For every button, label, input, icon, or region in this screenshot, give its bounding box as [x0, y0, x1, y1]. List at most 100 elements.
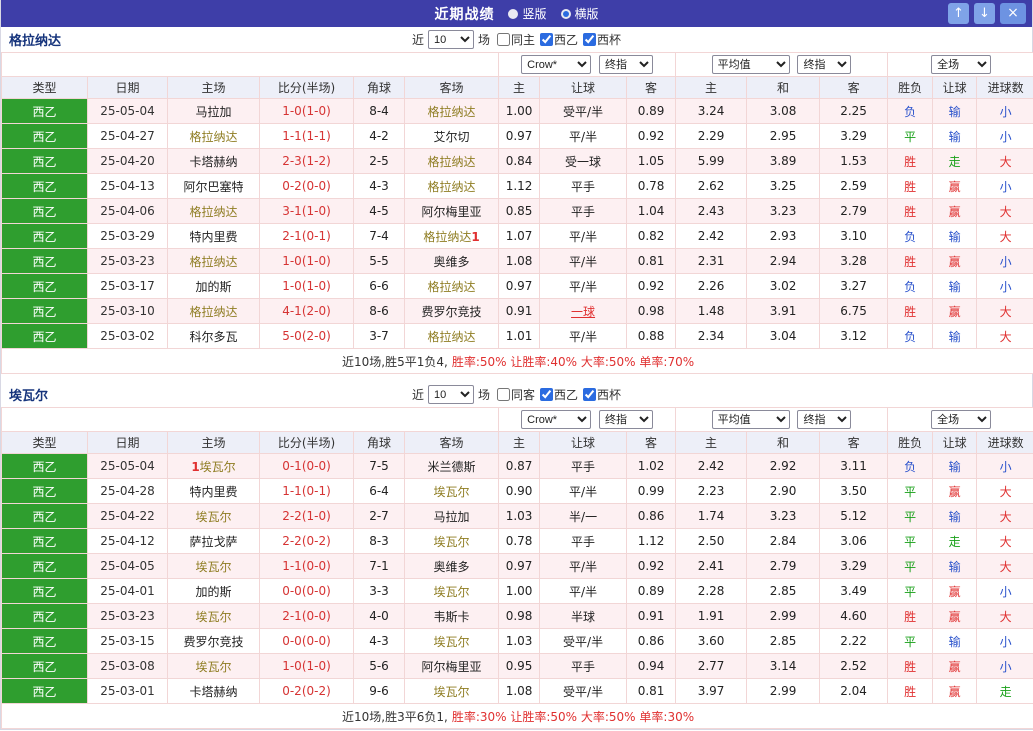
euro-time-select[interactable]: 终指: [797, 55, 852, 74]
euro-time-select[interactable]: 终指: [797, 410, 852, 429]
asian-handicap-line: 平/半: [539, 123, 628, 149]
away-team[interactable]: 奥维多: [403, 248, 500, 274]
goals-result: 小: [976, 123, 1033, 149]
goals-result: 大: [976, 603, 1033, 629]
away-team[interactable]: 格拉纳达: [403, 98, 500, 124]
filter-checkbox-option[interactable]: 西杯: [580, 31, 621, 48]
away-team[interactable]: 格拉纳达: [403, 273, 500, 299]
layout-radio-horizontal[interactable]: 横版: [560, 5, 599, 22]
league-type: 西乙: [1, 148, 88, 174]
home-team[interactable]: 加的斯: [167, 273, 260, 299]
euro-away-odds: 2.52: [819, 653, 889, 679]
away-team[interactable]: 阿尔梅里亚: [403, 198, 500, 224]
away-team[interactable]: 奥维多: [403, 553, 500, 579]
home-team[interactable]: 格拉纳达: [167, 298, 260, 324]
euro-draw-odds: 2.99: [746, 603, 821, 629]
away-team-name: 艾尔切: [433, 129, 470, 144]
away-team[interactable]: 阿尔梅里亚: [403, 653, 500, 679]
away-team[interactable]: 费罗尔竞技: [403, 298, 500, 324]
home-team[interactable]: 卡塔赫纳: [167, 148, 260, 174]
match-date: 25-03-10: [87, 298, 168, 324]
league-type: 西乙: [1, 678, 88, 704]
home-team[interactable]: 埃瓦尔: [167, 503, 260, 529]
layout-radio-vertical[interactable]: 竖版: [508, 5, 547, 22]
handicap-result: 赢: [932, 173, 978, 199]
checkbox-input[interactable]: [496, 33, 510, 46]
corner-count: 6-4: [353, 478, 405, 504]
team-name: 格拉纳达: [9, 34, 62, 49]
filter-checkbox-option[interactable]: 西乙: [537, 31, 578, 48]
match-result: 胜: [887, 148, 934, 174]
move-up-icon[interactable]: ↑: [948, 3, 969, 24]
away-team[interactable]: 埃瓦尔: [403, 578, 500, 604]
away-team-name: 格拉纳达: [423, 229, 472, 244]
away-team[interactable]: 格拉纳达: [403, 173, 500, 199]
home-team[interactable]: 萨拉戈萨: [167, 528, 260, 554]
euro-home-odds: 2.23: [675, 478, 748, 504]
move-down-icon[interactable]: ↓: [974, 3, 995, 24]
euro-away-odds: 3.28: [819, 248, 889, 274]
match-count-select[interactable]: 10: [427, 30, 474, 49]
home-team[interactable]: 费罗尔竞技: [167, 628, 260, 654]
euro-source-select[interactable]: 平均值: [711, 410, 790, 429]
away-team[interactable]: 格拉纳达: [403, 323, 500, 349]
checkbox-input[interactable]: [496, 388, 510, 401]
filter-bar: 近 10 场 同客 西乙 西杯: [412, 385, 621, 404]
checkbox-input[interactable]: [540, 33, 553, 46]
asian-handicap-line: 受平/半: [539, 678, 628, 704]
close-icon[interactable]: ×: [1000, 3, 1026, 24]
home-team[interactable]: 特内里费: [167, 223, 260, 249]
corner-count: 4-3: [353, 628, 405, 654]
corner-count: 3-7: [353, 323, 405, 349]
away-team[interactable]: 埃瓦尔: [403, 528, 500, 554]
home-team[interactable]: 科尔多瓦: [167, 323, 260, 349]
home-team[interactable]: 特内里费: [167, 478, 260, 504]
home-team[interactable]: 格拉纳达: [167, 198, 260, 224]
away-team[interactable]: 艾尔切: [403, 123, 500, 149]
home-team[interactable]: 马拉加: [167, 98, 260, 124]
euro-away-odds: 3.50: [819, 478, 889, 504]
layout-radio-vertical-label: 竖版: [522, 7, 547, 21]
away-team[interactable]: 格拉纳达: [403, 148, 500, 174]
match-date: 25-05-04: [87, 453, 168, 479]
home-team[interactable]: 格拉纳达: [167, 123, 260, 149]
checkbox-input[interactable]: [583, 33, 597, 46]
goals-result: 大: [976, 478, 1033, 504]
filter-checkbox-option[interactable]: 西杯: [580, 386, 621, 403]
corner-count: 2-7: [353, 503, 405, 529]
scope-select[interactable]: 全场: [931, 410, 992, 429]
scope-select[interactable]: 全场: [931, 55, 992, 74]
away-team[interactable]: 格拉纳达1: [403, 223, 500, 249]
asian-odds-header: Crow* 终指: [498, 407, 677, 432]
away-team[interactable]: 埃瓦尔: [403, 678, 500, 704]
home-team[interactable]: 埃瓦尔: [167, 553, 260, 579]
away-team[interactable]: 米兰德斯: [403, 453, 500, 479]
checkbox-input[interactable]: [583, 388, 597, 401]
away-team[interactable]: 韦斯卡: [403, 603, 500, 629]
home-team[interactable]: 格拉纳达: [167, 248, 260, 274]
home-team[interactable]: 埃瓦尔: [167, 603, 260, 629]
filter-checkbox-option[interactable]: 同客: [494, 386, 535, 403]
asian-time-select[interactable]: 终指: [598, 410, 653, 429]
away-team[interactable]: 埃瓦尔: [403, 478, 500, 504]
home-team[interactable]: 1埃瓦尔: [167, 453, 260, 479]
home-team[interactable]: 卡塔赫纳: [167, 678, 260, 704]
home-team[interactable]: 阿尔巴塞特: [167, 173, 260, 199]
panel-header: 埃瓦尔 近 10 场 同客 西乙 西杯: [1, 382, 1032, 407]
away-team[interactable]: 马拉加: [403, 503, 500, 529]
asian-time-select[interactable]: 终指: [598, 55, 653, 74]
match-result: 负: [887, 323, 934, 349]
euro-source-select[interactable]: 平均值: [711, 55, 790, 74]
column-header: 客: [626, 76, 677, 99]
bookmaker-select[interactable]: Crow*: [521, 55, 592, 74]
home-team-name: 埃瓦尔: [195, 509, 232, 524]
checkbox-input[interactable]: [540, 388, 553, 401]
home-team[interactable]: 埃瓦尔: [167, 653, 260, 679]
away-team[interactable]: 埃瓦尔: [403, 628, 500, 654]
asian-home-odds: 1.03: [498, 628, 541, 654]
filter-checkbox-option[interactable]: 西乙: [537, 386, 578, 403]
filter-checkbox-option[interactable]: 同主: [494, 31, 535, 48]
home-team[interactable]: 加的斯: [167, 578, 260, 604]
match-count-select[interactable]: 10: [427, 385, 474, 404]
bookmaker-select[interactable]: Crow*: [521, 410, 592, 429]
